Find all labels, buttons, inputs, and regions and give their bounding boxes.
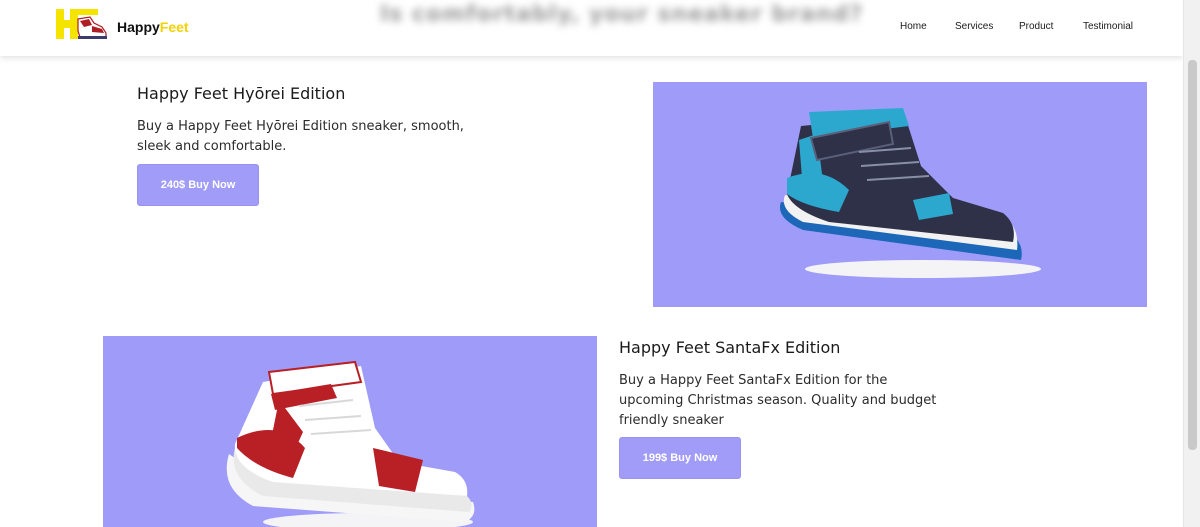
nav-product[interactable]: Product: [1019, 21, 1053, 32]
buy-now-button-santafx[interactable]: 199$ Buy Now: [619, 437, 741, 479]
nav-home[interactable]: Home: [900, 21, 927, 32]
brand-part-happy: Happy: [117, 19, 160, 35]
desc-line: Buy a Happy Feet Hyōrei Edition sneaker,…: [137, 119, 464, 134]
header: Is comfortably, your sneaker brand? Happ…: [0, 0, 1183, 56]
product-title-santafx: Happy Feet SantaFx Edition: [619, 338, 841, 357]
desc-line: upcoming Christmas season. Quality and b…: [619, 393, 937, 408]
happy-feet-logo[interactable]: [56, 9, 108, 43]
nav-testimonial[interactable]: Testimonial: [1083, 21, 1133, 32]
desc-line: Buy a Happy Feet SantaFx Edition for the: [619, 373, 888, 388]
buy-now-button-hyorei[interactable]: 240$ Buy Now: [137, 164, 259, 206]
brand-name[interactable]: HappyFeet: [117, 19, 189, 35]
blue-sneaker-image: [779, 108, 1041, 278]
product-title-hyorei: Happy Feet Hyōrei Edition: [137, 84, 346, 103]
desc-line: friendly sneaker: [619, 413, 724, 428]
brand-part-feet: Feet: [159, 19, 189, 35]
page: Is comfortably, your sneaker brand? Happ…: [0, 0, 1200, 527]
scrollbar-thumb[interactable]: [1188, 60, 1197, 450]
red-sneaker-image: [226, 360, 475, 527]
vertical-scrollbar[interactable]: [1183, 0, 1200, 527]
nav-services[interactable]: Services: [955, 21, 993, 32]
blurred-heading: Is comfortably, your sneaker brand?: [380, 2, 864, 27]
product-image-hyorei: [653, 82, 1147, 307]
product-desc-santafx: Buy a Happy Feet SantaFx Edition for the…: [619, 371, 936, 431]
desc-line: sleek and comfortable.: [137, 139, 287, 154]
product-desc-hyorei: Buy a Happy Feet Hyōrei Edition sneaker,…: [137, 117, 464, 157]
product-image-santafx: [103, 336, 597, 527]
